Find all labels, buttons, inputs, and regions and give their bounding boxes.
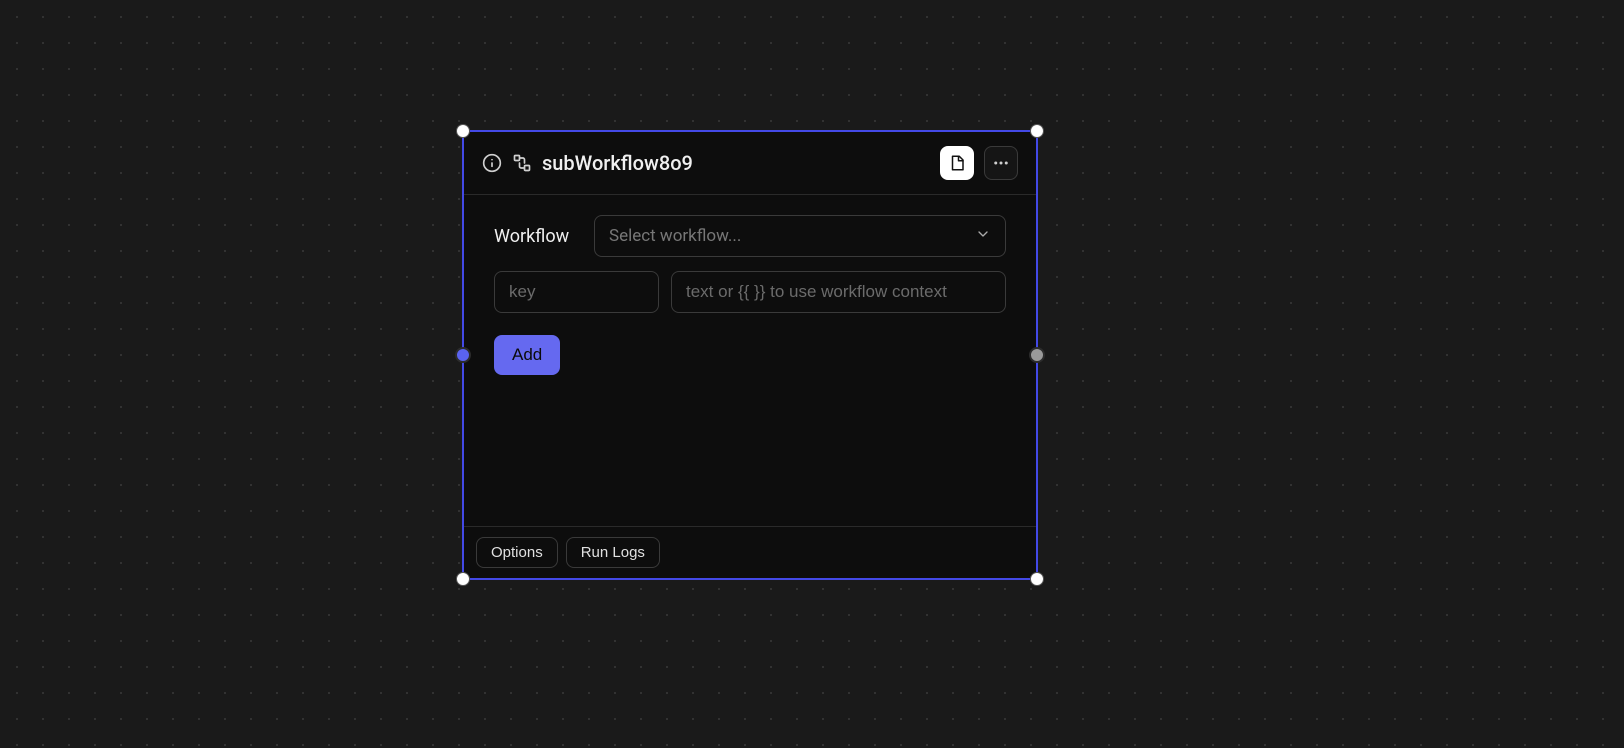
notes-button[interactable] xyxy=(940,146,974,180)
key-input[interactable] xyxy=(494,271,659,313)
value-input[interactable] xyxy=(671,271,1006,313)
output-port[interactable] xyxy=(1029,347,1045,363)
node-footer: Options Run Logs xyxy=(464,526,1036,578)
resize-handle-bottom-right[interactable] xyxy=(1030,572,1044,586)
chevron-down-icon xyxy=(975,226,991,247)
add-button[interactable]: Add xyxy=(494,335,560,375)
info-icon[interactable] xyxy=(482,153,502,173)
input-port[interactable] xyxy=(455,347,471,363)
run-logs-button[interactable]: Run Logs xyxy=(566,537,660,568)
options-button[interactable]: Options xyxy=(476,537,558,568)
workflow-canvas[interactable]: subWorkflow8o9 Workflow Select workflow.… xyxy=(0,0,1624,748)
node-body: Workflow Select workflow... Add xyxy=(464,195,1036,526)
resize-handle-top-left[interactable] xyxy=(456,124,470,138)
workflow-field-label: Workflow xyxy=(494,226,582,247)
node-header: subWorkflow8o9 xyxy=(464,132,1036,195)
more-menu-button[interactable] xyxy=(984,146,1018,180)
subworkflow-icon xyxy=(512,153,532,173)
resize-handle-top-right[interactable] xyxy=(1030,124,1044,138)
resize-handle-bottom-left[interactable] xyxy=(456,572,470,586)
workflow-select[interactable]: Select workflow... xyxy=(594,215,1006,257)
node-title: subWorkflow8o9 xyxy=(542,151,693,175)
subworkflow-node[interactable]: subWorkflow8o9 Workflow Select workflow.… xyxy=(462,130,1038,580)
workflow-select-placeholder: Select workflow... xyxy=(609,226,741,246)
